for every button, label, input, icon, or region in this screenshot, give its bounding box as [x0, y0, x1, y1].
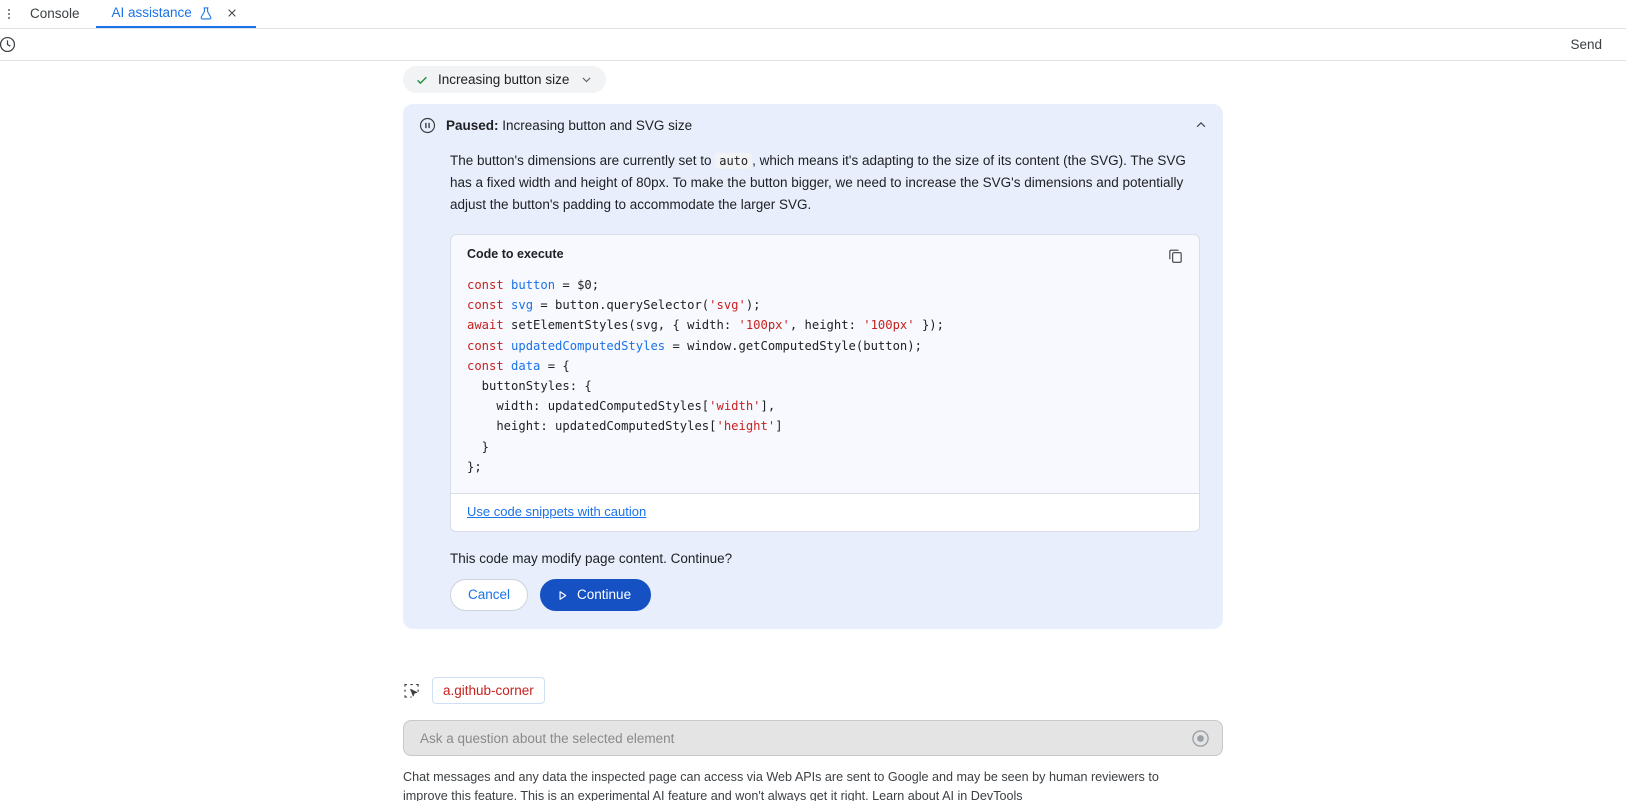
code-block: const button = $0; const svg = button.qu… [467, 278, 944, 474]
paused-panel: Paused: Increasing button and SVG size T… [403, 104, 1223, 630]
play-icon [556, 589, 569, 602]
ai-assistance-toolbar: Send [0, 29, 1626, 61]
code-card-footer: Use code snippets with caution [451, 493, 1199, 532]
more-tabs-handle[interactable] [0, 0, 14, 28]
stop-recording-icon[interactable] [1191, 729, 1210, 748]
pause-icon [419, 117, 436, 140]
element-picker-icon[interactable] [403, 682, 421, 700]
paused-panel-title: Paused: Increasing button and SVG size [446, 116, 692, 136]
body-text-part1: The button's dimensions are currently se… [450, 153, 712, 168]
tab-console[interactable]: Console [14, 0, 96, 28]
code-card-title: Code to execute [467, 247, 564, 261]
disclaimer: Chat messages and any data the inspected… [403, 768, 1198, 801]
paused-panel-body: The button's dimensions are currently se… [450, 150, 1206, 216]
learn-about-ai-link[interactable]: Learn about AI in DevTools [872, 789, 1023, 801]
selected-element-chip[interactable]: a.github-corner [432, 677, 545, 705]
chevron-down-icon [580, 73, 593, 86]
selected-element-row: a.github-corner [403, 677, 1223, 705]
step-pill-increasing-button-size[interactable]: Increasing button size [403, 66, 607, 93]
inline-code-auto: auto [715, 153, 753, 169]
flask-icon [199, 6, 213, 21]
close-icon[interactable] [224, 5, 240, 21]
paused-title-text: Increasing button and SVG size [502, 118, 693, 133]
devtools-tabbar: Console AI assistance [0, 0, 1626, 29]
use-code-snippets-with-caution-link[interactable]: Use code snippets with caution [467, 504, 646, 519]
conversation-area: Increasing button size Paused: Increasin… [0, 62, 1626, 801]
step-pill-label: Increasing button size [438, 72, 570, 87]
continue-button[interactable]: Continue [540, 579, 652, 612]
copy-icon[interactable] [1167, 247, 1185, 265]
check-icon [415, 73, 429, 87]
history-icon[interactable] [0, 32, 20, 58]
disclaimer-text: Chat messages and any data the inspected… [403, 770, 1159, 801]
confirm-button-row: Cancel Continue [450, 579, 1207, 612]
paused-panel-header: Paused: Increasing button and SVG size [419, 116, 1207, 140]
paused-label: Paused: [446, 118, 499, 133]
tab-ai-assistance-label: AI assistance [111, 5, 192, 21]
send-button[interactable]: Send [1570, 37, 1606, 52]
cancel-button[interactable]: Cancel [450, 579, 529, 612]
chat-input-wrapper[interactable] [403, 720, 1223, 757]
code-to-execute-card: Code to execute const button = $0; const… [450, 234, 1200, 533]
confirm-text: This code may modify page content. Conti… [450, 551, 733, 567]
chat-input[interactable] [418, 729, 1191, 747]
tab-ai-assistance[interactable]: AI assistance [95, 0, 256, 28]
tab-console-label: Console [30, 6, 80, 22]
chevron-up-icon[interactable] [1192, 116, 1210, 134]
continue-button-label: Continue [577, 587, 632, 603]
